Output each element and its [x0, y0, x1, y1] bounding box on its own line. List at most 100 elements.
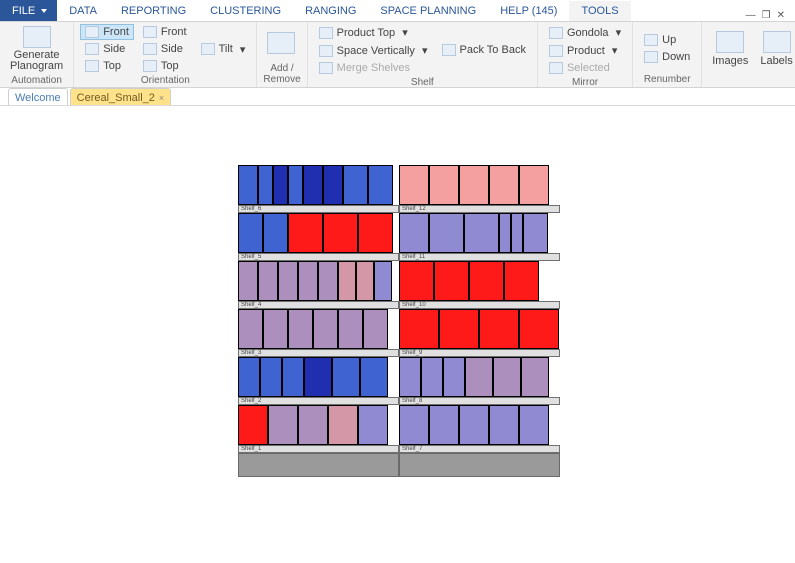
product-facing[interactable]	[523, 213, 548, 253]
product-facing[interactable]	[399, 405, 429, 445]
product-facing[interactable]	[360, 357, 388, 397]
product-facing[interactable]	[434, 261, 469, 301]
product-facing[interactable]	[238, 213, 263, 253]
window-minimize-icon[interactable]: —	[746, 10, 756, 21]
shelf[interactable]: Shelf_11	[399, 213, 560, 261]
product-facing[interactable]	[268, 405, 298, 445]
tab-reporting[interactable]: REPORTING	[109, 1, 198, 21]
product-facing[interactable]	[263, 213, 288, 253]
labels-button[interactable]: Labels	[756, 29, 795, 69]
tab-data[interactable]: DATA	[57, 1, 109, 21]
product-facing[interactable]	[238, 261, 258, 301]
product-facing[interactable]	[399, 357, 421, 397]
shelf[interactable]: Shelf_10	[399, 261, 560, 309]
pack-to-back-button[interactable]: Pack To Back	[437, 42, 531, 58]
product-facing[interactable]	[399, 261, 434, 301]
product-facing[interactable]	[519, 405, 549, 445]
product-facing[interactable]	[260, 357, 282, 397]
product-facing[interactable]	[374, 261, 392, 301]
planogram-canvas[interactable]: Shelf_6Shelf_12Shelf_5Shelf_11Shelf_4She…	[0, 106, 795, 563]
product-facing[interactable]	[278, 261, 298, 301]
window-restore-icon[interactable]: ❐	[762, 10, 771, 21]
product-facing[interactable]	[399, 165, 429, 205]
product-facing[interactable]	[493, 357, 521, 397]
shelf[interactable]: Shelf_5	[238, 213, 399, 261]
product-facing[interactable]	[443, 357, 465, 397]
product-facing[interactable]	[282, 357, 304, 397]
product-facing[interactable]	[429, 405, 459, 445]
product-facing[interactable]	[465, 357, 493, 397]
product-facing[interactable]	[332, 357, 360, 397]
product-facing[interactable]	[318, 261, 338, 301]
product-facing[interactable]	[464, 213, 499, 253]
tab-clustering[interactable]: CLUSTERING	[198, 1, 293, 21]
file-tab[interactable]: FILE	[0, 0, 57, 21]
product-facing[interactable]	[313, 309, 338, 349]
product-facing[interactable]	[499, 213, 511, 253]
product-facing[interactable]	[343, 165, 368, 205]
product-facing[interactable]	[489, 405, 519, 445]
product-facing[interactable]	[519, 309, 559, 349]
renumber-up-button[interactable]: Up	[639, 32, 695, 48]
orient-front2-button[interactable]: Front	[138, 24, 192, 40]
product-facing[interactable]	[238, 309, 263, 349]
mirror-product-button[interactable]: Product ▾	[544, 42, 626, 59]
product-facing[interactable]	[363, 309, 388, 349]
product-facing[interactable]	[358, 405, 388, 445]
product-facing[interactable]	[439, 309, 479, 349]
product-facing[interactable]	[399, 213, 429, 253]
product-facing[interactable]	[521, 357, 549, 397]
product-facing[interactable]	[429, 213, 464, 253]
product-facing[interactable]	[298, 261, 318, 301]
product-facing[interactable]	[429, 165, 459, 205]
product-facing[interactable]	[479, 309, 519, 349]
close-tab-icon[interactable]: ×	[159, 93, 164, 103]
product-facing[interactable]	[399, 309, 439, 349]
product-facing[interactable]	[421, 357, 443, 397]
tab-ranging[interactable]: RANGING	[293, 1, 368, 21]
product-facing[interactable]	[469, 261, 504, 301]
tab-help[interactable]: HELP (145)	[488, 1, 569, 21]
window-close-icon[interactable]: ✕	[777, 10, 785, 21]
product-facing[interactable]	[323, 213, 358, 253]
product-facing[interactable]	[338, 309, 363, 349]
product-facing[interactable]	[459, 165, 489, 205]
shelf[interactable]: Shelf_8	[399, 357, 560, 405]
space-vertically-button[interactable]: Space Vertically ▾	[314, 42, 433, 59]
product-facing[interactable]	[303, 165, 323, 205]
product-facing[interactable]	[368, 165, 393, 205]
product-facing[interactable]	[288, 309, 313, 349]
product-facing[interactable]	[273, 165, 288, 205]
shelf[interactable]: Shelf_2	[238, 357, 399, 405]
shelf[interactable]: Shelf_4	[238, 261, 399, 309]
orient-top-button[interactable]: Top	[80, 58, 134, 74]
product-facing[interactable]	[356, 261, 374, 301]
orient-side2-button[interactable]: Side	[138, 41, 192, 57]
product-facing[interactable]	[338, 261, 356, 301]
product-facing[interactable]	[459, 405, 489, 445]
product-facing[interactable]	[288, 165, 303, 205]
product-facing[interactable]	[238, 357, 260, 397]
renumber-down-button[interactable]: Down	[639, 49, 695, 65]
orient-side-button[interactable]: Side	[80, 41, 134, 57]
product-facing[interactable]	[511, 213, 523, 253]
product-facing[interactable]	[358, 213, 393, 253]
doc-tab-cereal[interactable]: Cereal_Small_2×	[70, 88, 172, 105]
generate-planogram-button[interactable]: Generate Planogram	[6, 24, 67, 74]
mirror-gondola-button[interactable]: Gondola ▾	[544, 24, 626, 41]
shelf[interactable]: Shelf_6	[238, 165, 399, 213]
product-facing[interactable]	[304, 357, 332, 397]
orient-tilt-button[interactable]: Tilt ▾	[196, 41, 251, 58]
shelf[interactable]: Shelf_1	[238, 405, 399, 453]
product-facing[interactable]	[323, 165, 343, 205]
merge-shelves-button[interactable]: Merge Shelves	[314, 60, 433, 76]
orient-front-button[interactable]: Front	[80, 24, 134, 40]
tab-space-planning[interactable]: SPACE PLANNING	[368, 1, 488, 21]
shelf[interactable]: Shelf_9	[399, 309, 560, 357]
doc-tab-welcome[interactable]: Welcome	[8, 88, 68, 105]
tab-tools[interactable]: TOOLS	[569, 1, 630, 21]
product-facing[interactable]	[298, 405, 328, 445]
product-facing[interactable]	[258, 165, 273, 205]
product-facing[interactable]	[288, 213, 323, 253]
product-facing[interactable]	[519, 165, 549, 205]
